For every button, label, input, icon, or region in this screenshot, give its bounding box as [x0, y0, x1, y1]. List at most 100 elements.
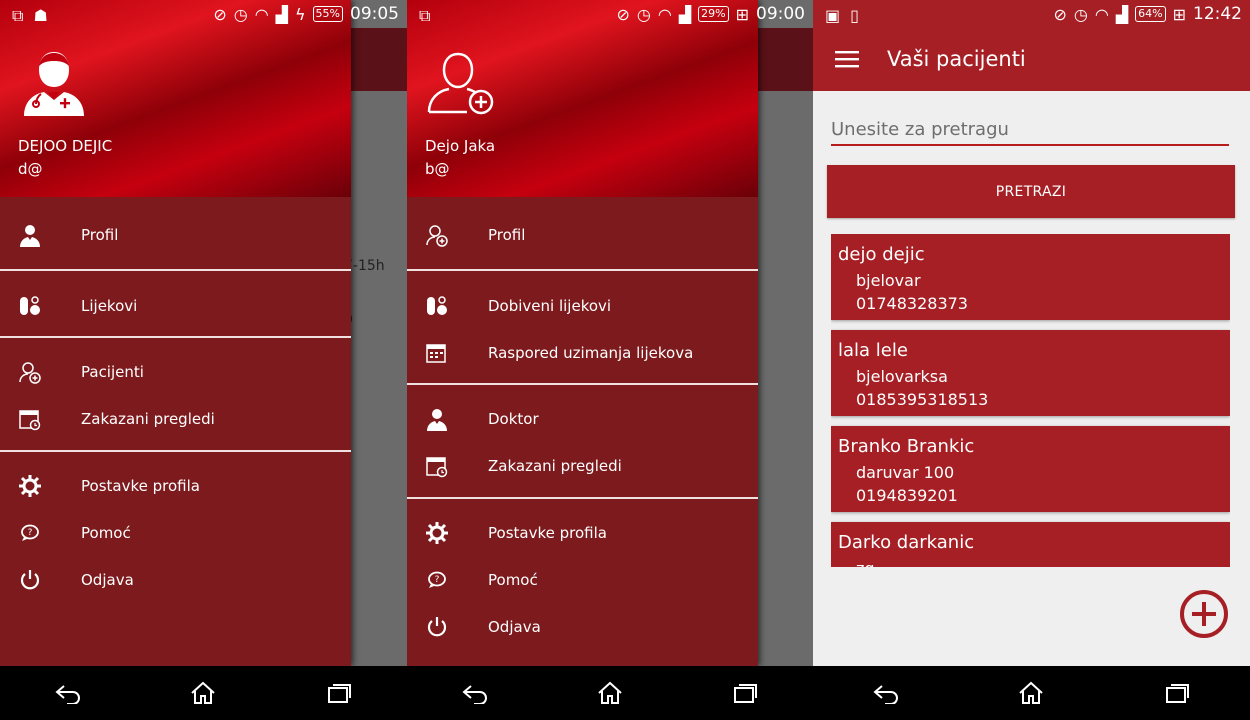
menu-item-label: Pomoć	[81, 523, 131, 542]
menu-item-doktor[interactable]: Doktor	[407, 395, 758, 442]
screen-cast-icon: ⧉	[12, 6, 24, 25]
charging-icon: ϟ	[294, 4, 306, 24]
signal-icon: ▟	[1115, 4, 1129, 24]
svg-text:?: ?	[28, 528, 33, 538]
power-icon	[425, 615, 449, 639]
recent-apps-icon[interactable]	[731, 682, 759, 704]
screen-doctor-drawer: 7-15h 0 DEJOO DEJIC d@ Profil Lijekovi	[0, 0, 407, 720]
gear-icon	[425, 521, 449, 545]
status-bar: ⧉ ☗ ⊘ ◷ ◠ ▟ ϟ 55% 09:05	[0, 0, 407, 28]
patient-list: dejo dejic bjelovar 01748328373 lala lel…	[831, 234, 1230, 567]
wifi-icon: ◠	[254, 4, 269, 24]
signal-icon: ▟	[275, 4, 288, 24]
menu-item-lijekovi[interactable]: Lijekovi	[0, 282, 351, 329]
search-field[interactable]	[831, 110, 1229, 146]
menu-item-postavke-profila[interactable]: Postavke profila	[407, 509, 758, 556]
menu-item-odjava[interactable]: Odjava	[407, 603, 758, 650]
home-icon[interactable]	[1017, 681, 1045, 705]
system-nav-bar	[407, 666, 813, 720]
android-icon: ☗	[33, 6, 48, 25]
calendar-icon	[425, 454, 449, 478]
menu-item-postavke-profila[interactable]: Postavke profila	[0, 462, 351, 509]
back-icon[interactable]	[54, 682, 82, 704]
patient-name: dejo dejic	[838, 244, 925, 265]
menu-item-label: Pomoć	[488, 570, 538, 589]
search-button[interactable]: PRETRAZI	[827, 165, 1235, 218]
status-clock: 12:42	[1193, 4, 1242, 24]
doctor-icon	[18, 223, 42, 247]
screen-patient-list: ▣ ▯ ⊘ ◷ ◠ ▟ 64% ⊞ 12:42 Vaši pacijenti P…	[813, 0, 1250, 720]
system-nav-bar	[813, 666, 1250, 720]
menu-divider	[0, 269, 351, 271]
back-icon[interactable]	[461, 682, 489, 704]
system-nav-bar	[0, 666, 407, 720]
screen-cast-icon: ⧉	[419, 6, 431, 25]
menu-item-zakazani-pregledi[interactable]: Zakazani pregledi	[407, 442, 758, 489]
home-icon[interactable]	[596, 681, 624, 705]
patient-address: zg	[856, 559, 875, 567]
menu-item-label: Pacijenti	[81, 362, 144, 381]
pills-icon	[425, 294, 449, 318]
charging-plus-icon: ⊞	[1172, 4, 1186, 24]
menu-item-label: Postavke profila	[81, 476, 200, 495]
home-icon[interactable]	[189, 681, 217, 705]
add-patient-button[interactable]	[1179, 589, 1229, 639]
wifi-icon: ◠	[657, 4, 672, 24]
drawer-header: DEJOO DEJIC d@	[0, 0, 351, 197]
patient-card[interactable]: lala lele bjelovarksa 0185395318513	[831, 330, 1230, 416]
alarm-icon: ◷	[1073, 4, 1088, 24]
menu-divider	[0, 450, 351, 452]
patient-card[interactable]: Branko Brankic daruvar 100 0194839201	[831, 426, 1230, 512]
navigation-drawer: DEJOO DEJIC d@ Profil Lijekovi Pacijenti…	[0, 0, 351, 666]
battery-indicator: 55%	[312, 6, 343, 22]
menu-item-odjava[interactable]: Odjava	[0, 556, 351, 603]
status-bar: ⧉ ⊘ ◷ ◠ ▟ 29% ⊞ 09:00	[407, 0, 813, 28]
vibrate-icon: ⊘	[213, 4, 227, 24]
menu-item-profil[interactable]: Profil	[407, 211, 758, 258]
user-email: b@	[425, 160, 450, 178]
patient-card[interactable]: Darko darkanic zg	[831, 522, 1230, 567]
menu-item-label: Profil	[488, 225, 526, 244]
page-title: Vaši pacijenti	[887, 47, 1026, 71]
menu-item-zakazani-pregledi[interactable]: Zakazani pregledi	[0, 395, 351, 442]
patient-phone: 0194839201	[856, 486, 958, 505]
patient-card[interactable]: dejo dejic bjelovar 01748328373	[831, 234, 1230, 320]
menu-item-label: Odjava	[81, 570, 134, 589]
alarm-icon: ◷	[636, 4, 651, 24]
hamburger-menu-icon[interactable]	[835, 49, 859, 69]
add-user-avatar-icon	[427, 52, 494, 115]
vibrate-icon: ⊘	[616, 4, 630, 24]
help-bubble-icon: ?	[425, 568, 449, 592]
patient-name: lala lele	[838, 340, 908, 361]
menu-divider	[0, 336, 351, 338]
calendar-grid-icon	[425, 341, 449, 365]
search-input[interactable]	[831, 110, 1229, 144]
menu-item-pacijenti[interactable]: Pacijenti	[0, 348, 351, 395]
vibrate-icon: ⊘	[1053, 4, 1067, 24]
menu-item-label: Lijekovi	[81, 296, 138, 315]
patient-name: Darko darkanic	[838, 532, 975, 553]
menu-item-raspored-uzimanja[interactable]: Raspored uzimanja lijekova	[407, 329, 758, 376]
menu-item-pomoc[interactable]: ? Pomoć	[407, 556, 758, 603]
wifi-icon: ◠	[1094, 4, 1109, 24]
menu-item-label: Zakazani pregledi	[488, 456, 622, 475]
patient-address: bjelovar	[856, 271, 921, 290]
sim-icon: ▯	[850, 6, 859, 25]
battery-indicator: 29%	[698, 6, 729, 22]
menu-divider	[407, 497, 758, 499]
recent-apps-icon[interactable]	[325, 682, 353, 704]
menu-item-dobiveni-lijekovi[interactable]: Dobiveni lijekovi	[407, 282, 758, 329]
doctor-icon	[425, 407, 449, 431]
signal-icon: ▟	[678, 4, 692, 24]
user-name: Dejo Jaka	[425, 137, 496, 155]
patient-phone: 0185395318513	[856, 390, 989, 409]
patient-name: Branko Brankic	[838, 436, 975, 457]
back-icon[interactable]	[872, 682, 900, 704]
menu-divider	[407, 269, 758, 271]
charging-plus-icon: ⊞	[735, 4, 749, 24]
svg-text:?: ?	[435, 575, 440, 585]
menu-item-profil[interactable]: Profil	[0, 211, 351, 258]
menu-item-pomoc[interactable]: ? Pomoć	[0, 509, 351, 556]
battery-indicator: 64%	[1135, 6, 1166, 22]
recent-apps-icon[interactable]	[1163, 682, 1191, 704]
